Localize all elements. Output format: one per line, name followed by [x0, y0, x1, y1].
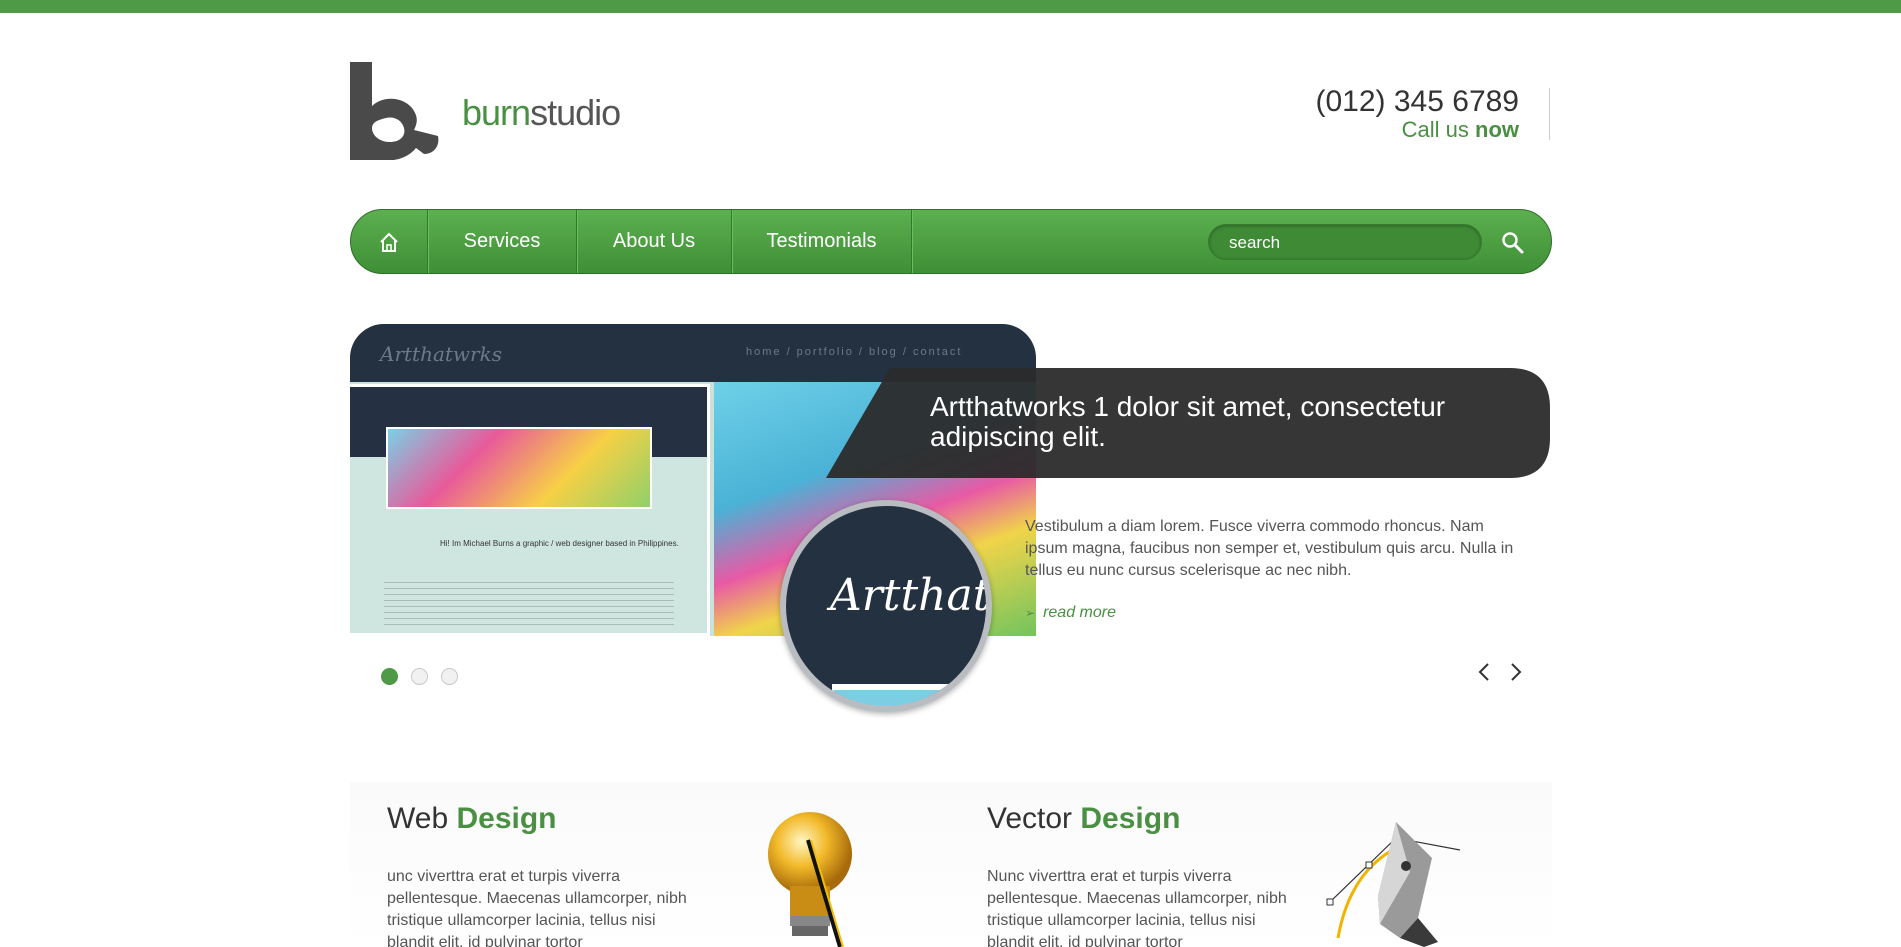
- service-title-web-design: Web Design: [387, 802, 557, 835]
- search-input[interactable]: [1229, 233, 1459, 253]
- slide-caption: Artthatworks 1 dolor sit amet, consectet…: [826, 368, 1550, 478]
- zoom-band: [832, 684, 982, 706]
- logo-wordmark: burnstudio: [462, 92, 621, 133]
- service-title-vector-design: Vector Design: [987, 802, 1181, 835]
- zoom-logo-text: Artthatw: [830, 570, 991, 621]
- preview-nav-links: home / portfolio / blog / contact: [746, 346, 963, 358]
- nav-testimonials[interactable]: Testimonials: [732, 210, 912, 273]
- call-cta: Call us now: [1401, 117, 1519, 142]
- slide-description: Vestibulum a diam lorem. Fusce viverra c…: [1025, 518, 1514, 579]
- service-text-vector-design: Nunc viverttra erat et turpis viverra pe…: [987, 868, 1287, 947]
- contact-block: (012) 345 6789 Call us now: [1316, 86, 1520, 142]
- slide-title: Artthatworks 1 dolor sit amet, consectet…: [930, 391, 1446, 452]
- slide-zoom-circle: Artthatw: [780, 500, 992, 712]
- nav-home[interactable]: [351, 210, 428, 273]
- slider-dot-2[interactable]: [411, 668, 428, 685]
- pen-nib-icon: [1326, 822, 1461, 947]
- preview-artwork: [386, 427, 652, 509]
- preview-page: Hi! Im Michael Burns a graphic / web des…: [350, 384, 710, 636]
- slider-dot-1[interactable]: [381, 668, 398, 685]
- home-icon: [380, 232, 398, 252]
- preview-tagline: Hi! Im Michael Burns a graphic / web des…: [440, 539, 679, 548]
- header-divider: [1549, 88, 1550, 140]
- site-logo[interactable]: burnstudio: [350, 62, 650, 162]
- nav-about-us[interactable]: About Us: [577, 210, 732, 273]
- arrow-right-icon: ➢: [1025, 606, 1036, 620]
- nav-services[interactable]: Services: [428, 210, 577, 273]
- preview-columns: [384, 577, 674, 627]
- slider-prev-arrow-icon[interactable]: [1473, 660, 1497, 684]
- logo-mark-icon: [350, 62, 439, 160]
- service-text-web-design: unc viverttra erat et turpis viverra pel…: [387, 868, 687, 947]
- services-section: Web Design unc viverttra erat et turpis …: [350, 782, 1552, 947]
- main-nav: Services About Us Testimonials: [350, 209, 1552, 274]
- search-icon[interactable]: [1499, 229, 1527, 257]
- read-more-link[interactable]: ➢ read more: [1025, 604, 1116, 622]
- page-container: burnstudio (012) 345 6789 Call us now Se…: [350, 0, 1552, 947]
- preview-site-title: Artthatwrks: [380, 342, 502, 366]
- slider-dot-3[interactable]: [441, 668, 458, 685]
- phone-number[interactable]: (012) 345 6789: [1316, 86, 1520, 118]
- lightbulb-icon: [768, 812, 852, 947]
- slider-next-arrow-icon[interactable]: [1503, 660, 1527, 684]
- search-box: [1208, 224, 1482, 260]
